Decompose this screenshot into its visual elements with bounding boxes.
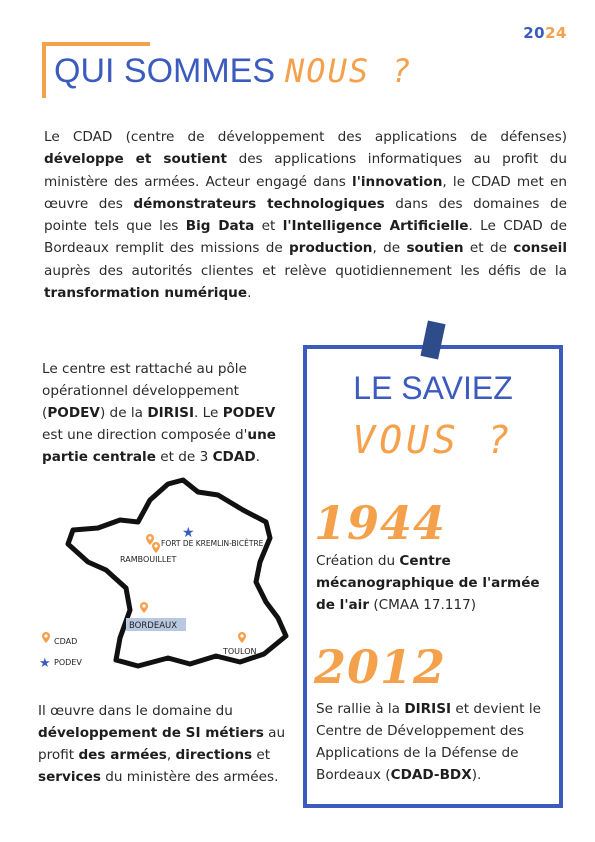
text-segment: l'Intelligence Artificielle (282, 218, 469, 235)
text-segment: démonstrateurs technologiques (133, 195, 385, 212)
text-segment: Se rallie à la (316, 701, 405, 717)
toulon-pin-icon (238, 632, 246, 643)
text-segment: l'innovation (352, 173, 443, 190)
text-segment: CDAD-BDX (390, 767, 472, 783)
text-segment: ). (471, 767, 482, 783)
fact-year-1944: 1944 (314, 496, 447, 550)
text-segment: production (289, 240, 373, 257)
text-segment: services (38, 769, 101, 785)
text-segment: DIRISI (147, 405, 195, 421)
text-segment: , de (372, 240, 407, 257)
title-hand: NOUS ? (285, 52, 413, 90)
label-rambouillet: RAMBOUILLET (120, 555, 176, 564)
legend-podev-label: PODEV (54, 658, 82, 667)
text-segment: et de (463, 240, 514, 257)
year-part-2: 24 (545, 24, 567, 42)
text-segment: est une direction composée d' (42, 427, 248, 443)
text-segment: . (255, 449, 260, 465)
text-segment: transformation numérique (44, 285, 248, 302)
text-segment: Il œuvre dans le domaine du (38, 703, 233, 719)
label-bordeaux: BORDEAUX (129, 621, 177, 631)
text-segment: et de 3 (155, 449, 213, 465)
text-segment: directions (175, 747, 253, 763)
kremlin-pin-icon (146, 534, 154, 545)
text-segment: et (252, 747, 271, 763)
text-segment: CDAD (212, 449, 256, 465)
text-segment: . Le (194, 405, 223, 421)
fact-year-2012: 2012 (314, 640, 447, 694)
text-segment: développement de SI métiers (38, 725, 264, 741)
fact-text-2012: Se rallie à la DIRISI et devient le Cent… (316, 698, 556, 786)
legend-cdad-pin-icon (42, 632, 50, 643)
france-map: ★ FORT DE KREMLIN-BICÊTRE RAMBOUILLET BO… (39, 477, 289, 671)
year-part-1: 20 (523, 24, 546, 42)
text-segment: PODEV (222, 405, 276, 421)
text-segment: . (247, 285, 252, 302)
text-segment: PODEV (47, 405, 100, 421)
text-segment: soutien (406, 240, 464, 257)
text-segment: DIRISI (404, 701, 452, 717)
year-badge: 2024 (523, 24, 567, 42)
france-outline (65, 477, 289, 669)
text-segment: ) de la (99, 405, 148, 421)
intro-paragraph: Le CDAD (centre de développement des app… (44, 126, 567, 304)
text-segment: (CMAA 17.117) (369, 597, 477, 613)
text-segment: du ministère des armées. (100, 769, 279, 785)
legend-cdad-label: CDAD (54, 637, 77, 646)
mission-paragraph: Il œuvre dans le domaine du développemen… (38, 700, 298, 788)
label-kremlin: FORT DE KREMLIN-BICÊTRE (161, 539, 264, 548)
title-main: QUI SOMMES (54, 52, 276, 90)
box-title: LE SAVIEZ (353, 370, 513, 406)
bordeaux-pin-icon (140, 602, 148, 613)
podev-paragraph: Le centre est rattaché au pôle opération… (42, 358, 292, 468)
text-segment: et (254, 218, 283, 235)
label-toulon: TOULON (222, 647, 257, 656)
text-segment: Le CDAD (centre de développement des app… (44, 129, 567, 145)
text-segment: Big Data (185, 218, 255, 235)
fact-text-1944: Création du Centre mécanographique de l'… (316, 550, 556, 616)
text-segment: conseil (513, 240, 567, 257)
rambouillet-pin-icon (152, 542, 160, 553)
text-segment: Création du (316, 553, 400, 569)
text-segment: des armées (78, 747, 167, 763)
box-hand-title: VOUS ? (352, 418, 514, 462)
text-segment: auprès des autorités clientes et relève … (44, 262, 567, 279)
legend-podev-star-icon: ★ (39, 656, 51, 671)
page-title: QUI SOMMES NOUS ? (54, 52, 413, 91)
text-segment: développe et soutient (44, 151, 228, 168)
